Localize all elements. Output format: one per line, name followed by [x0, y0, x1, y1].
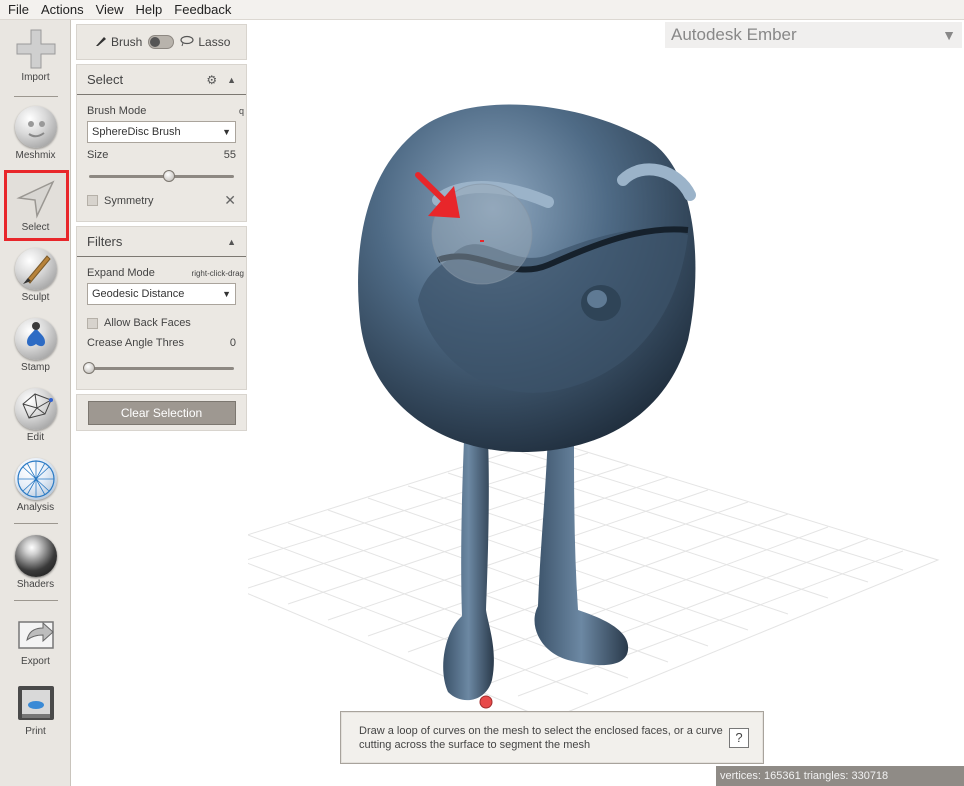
brush-mode-dropdown[interactable]: SphereDisc Brush ▼ — [87, 121, 236, 143]
brush-mode-hotkey: q — [238, 106, 244, 116]
size-value: 55 — [223, 149, 236, 161]
menu-file[interactable]: File — [2, 0, 35, 20]
scene-canvas — [248, 104, 940, 721]
pivot-point — [479, 695, 493, 709]
expand-mode-dropdown[interactable]: Geodesic Distance ▼ — [87, 283, 236, 305]
brush-lasso-toggle: Brush Lasso — [76, 24, 247, 60]
hint-text-line2: cutting across the surface to segment th… — [359, 739, 591, 751]
tool-meshmix[interactable]: Meshmix — [3, 106, 68, 161]
crease-angle-label: Crease Angle Thres — [87, 337, 185, 349]
brush-icon — [95, 35, 107, 50]
tool-print[interactable]: Print — [3, 682, 68, 737]
analysis-mesh-icon — [14, 458, 57, 500]
crease-angle-slider[interactable] — [83, 362, 234, 374]
brush-mode-label: Brush Mode — [87, 105, 147, 117]
size-slider-knob[interactable] — [162, 170, 175, 182]
mesh-stats: vertices: 165361 triangles: 330718 — [716, 766, 964, 786]
menu-view[interactable]: View — [90, 0, 130, 20]
chevron-down-icon: ▼ — [942, 27, 956, 43]
wrench-icon[interactable]: ✕ — [224, 192, 236, 209]
select-panel: Select ⚙ ▲ Brush Mode q SphereDisc Brush… — [76, 64, 247, 222]
tool-edit[interactable]: Edit — [3, 388, 68, 443]
brush-mode-value: SphereDisc Brush — [92, 126, 181, 138]
dropdown-arrow-icon: ▼ — [222, 289, 231, 299]
tool-stamp[interactable]: Stamp — [3, 318, 68, 373]
mode-switch[interactable] — [148, 35, 175, 49]
size-label: Size — [87, 149, 109, 161]
export-icon — [15, 612, 57, 654]
hint-tooltip: Draw a loop of curves on the mesh to sel… — [340, 711, 764, 764]
brush-mode-label[interactable]: Brush — [111, 35, 142, 49]
gear-icon[interactable]: ⚙ — [206, 73, 217, 87]
hint-text-line1: Draw a loop of curves on the mesh to sel… — [359, 725, 723, 737]
character-legs — [443, 432, 629, 701]
collapse-arrow-icon[interactable]: ▲ — [227, 237, 236, 247]
select-panel-header[interactable]: Select ⚙ ▲ — [77, 65, 246, 95]
left-toolbar: Import Meshmix Select Sculpt Stamp Edit — [0, 20, 71, 786]
plus-icon — [15, 28, 57, 70]
lasso-icon — [180, 35, 194, 50]
allow-back-faces-label: Allow Back Faces — [104, 317, 191, 329]
printer-icon — [15, 682, 57, 724]
toolbar-divider — [14, 600, 58, 601]
expand-mode-value: Geodesic Distance — [92, 288, 185, 300]
brush-center-mark — [480, 240, 484, 242]
menu-feedback[interactable]: Feedback — [168, 0, 237, 20]
help-button[interactable]: ? — [729, 728, 749, 748]
menu-bar: File Actions View Help Feedback — [0, 0, 964, 20]
filters-panel-title: Filters — [87, 234, 123, 249]
character-body — [358, 104, 696, 453]
lasso-mode-label[interactable]: Lasso — [198, 35, 230, 49]
symmetry-checkbox[interactable] — [87, 195, 98, 206]
expand-mode-label: Expand Mode — [87, 267, 155, 279]
3d-viewport[interactable] — [248, 20, 964, 786]
collapse-arrow-icon[interactable]: ▲ — [227, 75, 236, 85]
filters-panel-header[interactable]: Filters ▲ — [77, 227, 246, 257]
sculpt-brush-icon — [14, 248, 57, 290]
filters-panel: Filters ▲ Expand Mode right-click-drag G… — [76, 226, 247, 390]
crease-angle-value: 0 — [229, 337, 236, 349]
dropdown-arrow-icon: ▼ — [222, 127, 231, 137]
tool-analysis[interactable]: Analysis — [3, 458, 68, 513]
crease-angle-slider-knob[interactable] — [83, 362, 95, 374]
menu-actions[interactable]: Actions — [35, 0, 90, 20]
clear-selection-box: Clear Selection — [76, 394, 247, 431]
meshmix-face-icon — [14, 106, 57, 148]
stamp-icon — [14, 318, 57, 360]
allow-back-faces-checkbox[interactable] — [87, 317, 98, 329]
symmetry-label: Symmetry — [104, 194, 154, 207]
toolbar-divider — [14, 523, 58, 524]
edit-wireframe-icon — [14, 388, 57, 430]
tool-import[interactable]: Import — [3, 28, 68, 83]
clear-selection-button[interactable]: Clear Selection — [87, 400, 236, 425]
size-slider[interactable] — [89, 170, 234, 182]
select-arrow-icon — [15, 178, 57, 220]
printer-name: Autodesk Ember — [671, 25, 797, 44]
tool-export[interactable]: Export — [3, 612, 68, 667]
printer-selector[interactable]: Autodesk Ember ▼ — [665, 22, 962, 48]
tool-sculpt[interactable]: Sculpt — [3, 248, 68, 303]
shaders-sphere-icon — [14, 535, 57, 577]
tool-select[interactable]: Select — [3, 178, 68, 233]
toolbar-divider — [14, 96, 58, 97]
select-panel-title: Select — [87, 72, 124, 87]
menu-help[interactable]: Help — [130, 0, 169, 20]
tool-shaders[interactable]: Shaders — [3, 535, 68, 590]
ground-grid — [248, 439, 940, 721]
tool-panel: Brush Lasso Select ⚙ ▲ Brush Mode q Sphe… — [76, 24, 247, 435]
expand-mode-hint: right-click-drag — [191, 268, 244, 278]
